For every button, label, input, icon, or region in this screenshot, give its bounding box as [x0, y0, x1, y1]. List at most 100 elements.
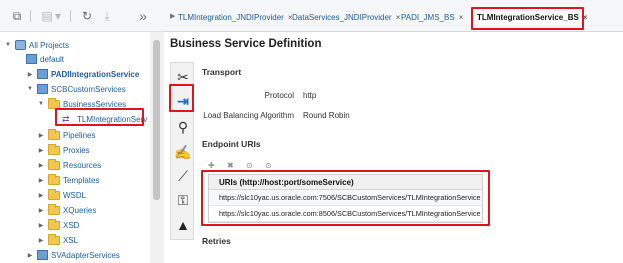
tree-item-all-projects[interactable]: ▼ All Projects	[4, 38, 69, 52]
tab-tlm-service-bs[interactable]: TLMIntegrationService_BS ×	[474, 11, 591, 25]
expand-icon[interactable]: ▶	[37, 162, 45, 169]
tab-label: TLMIntegrationService_BS	[477, 13, 579, 22]
tree-item-xqueries[interactable]: ▶ XQueries	[37, 203, 96, 217]
collapse-icon[interactable]: ▼	[26, 86, 34, 92]
folder-icon	[48, 158, 60, 170]
transport-plug-icon[interactable]: ⇥	[171, 89, 195, 113]
tab-dataservices-jndi[interactable]: DataServices_JNDIProvider ×	[292, 11, 400, 25]
tree-item-resources[interactable]: ▶ Resources	[37, 158, 101, 172]
tree-item-svadapter[interactable]: ▶ SVAdapterServices	[26, 248, 120, 262]
expand-icon[interactable]: ▶	[26, 252, 34, 259]
tree-label: Templates	[63, 175, 100, 185]
tree-scrollbar-thumb[interactable]	[153, 40, 160, 200]
tree-item-default[interactable]: default	[26, 52, 64, 66]
folder-icon	[48, 173, 60, 185]
page-title: Business Service Definition	[170, 38, 322, 50]
close-icon[interactable]: ×	[396, 13, 401, 22]
tree-label: SCBCustomServices	[51, 84, 126, 94]
expand-icon[interactable]: ▶	[37, 147, 45, 154]
business-service-icon: ⇄	[62, 114, 70, 124]
close-icon[interactable]: ×	[459, 13, 464, 22]
tree-label: WSDL	[63, 190, 87, 200]
expand-icon[interactable]: ▶	[37, 192, 45, 199]
move-down-icon[interactable]: ⊙	[246, 161, 253, 170]
expand-icon[interactable]: ▶	[37, 207, 45, 214]
tab-tlm-jndi[interactable]: TLMIntegration_JNDIProvider ×	[178, 11, 293, 25]
tree-label: Proxies	[63, 145, 90, 155]
tools-icon[interactable]: ✂	[171, 65, 195, 89]
expand-icon[interactable]: ▶	[37, 132, 45, 139]
toolbar-separator	[30, 10, 31, 22]
collapse-icon[interactable]: ▼	[4, 42, 12, 48]
tab-label: TLMIntegration_JNDIProvider	[178, 13, 284, 22]
tab-scroll-left-icon[interactable]: ▶	[170, 12, 176, 20]
tree-label: SVAdapterServices	[51, 250, 120, 260]
move-up-icon[interactable]: ⊙	[265, 161, 272, 170]
expand-icon[interactable]: ▶	[26, 71, 34, 78]
close-icon[interactable]: ×	[583, 13, 588, 22]
folder-icon	[48, 203, 60, 215]
chart-icon[interactable]: ⟋	[171, 164, 195, 188]
tab-padi-jms[interactable]: PADI_JMS_BS ×	[401, 11, 463, 25]
project-tree: ▼ All Projects default ▶ PADIIntegration…	[0, 32, 150, 263]
tree-item-scb[interactable]: ▼ SCBCustomServices	[26, 82, 126, 96]
export-icon[interactable]: ⤓	[100, 9, 114, 23]
tree-label: XSD	[63, 220, 80, 230]
dropdown-icon[interactable]: ▾	[54, 9, 62, 23]
tree-item-proxies[interactable]: ▶ Proxies	[37, 143, 90, 157]
tab-label: DataServices_JNDIProvider	[292, 13, 392, 22]
projects-icon	[15, 40, 26, 50]
folder-icon	[48, 218, 60, 230]
folder-icon	[48, 143, 60, 155]
endpoint-uri-table: URIs (http://host:port/someService) http…	[208, 174, 483, 223]
search-person-icon[interactable]: ⚲	[171, 115, 195, 139]
load-balancing-label: Load Balancing Algorithm	[203, 111, 294, 120]
handshake-icon[interactable]: ✍	[171, 140, 195, 164]
create-icon[interactable]: ▤	[40, 9, 54, 23]
tree-item-business-services[interactable]: ▼ BusinessServices	[37, 97, 126, 111]
folder-icon	[48, 128, 60, 140]
tree-item-tlm-service[interactable]: ⇄ TLMIntegrationServ	[62, 112, 147, 126]
tree-item-pipelines[interactable]: ▶ Pipelines	[37, 128, 95, 142]
tree-label: XSL	[63, 235, 79, 245]
definition-side-toolbar: ✂ ⇥ ⚲ ✍ ⟋ ⚿ ▲	[170, 62, 194, 240]
security-lock-icon[interactable]: ⚿	[171, 188, 195, 212]
tree-label: XQueries	[63, 205, 97, 215]
uri-column-header: URIs (http://host:port/someService)	[209, 175, 482, 190]
tree-item-padi[interactable]: ▶ PADIIntegrationService	[26, 67, 139, 81]
tree-item-xsl[interactable]: ▶ XSL	[37, 233, 78, 247]
tree-label: PADIIntegrationService	[51, 69, 140, 79]
expand-icon[interactable]: ▶	[37, 237, 45, 244]
add-icon[interactable]: ✚	[208, 161, 215, 170]
tree-label: default	[40, 54, 65, 64]
tree-label: Pipelines	[63, 130, 96, 140]
protocol-label: Protocol	[264, 91, 294, 100]
retries-section-title: Retries	[202, 236, 231, 246]
tree-item-xsd[interactable]: ▶ XSD	[37, 218, 79, 232]
project-icon	[37, 69, 48, 79]
table-row[interactable]: https://slc10yac.us.oracle.com:7506/SCBC…	[209, 190, 482, 206]
expand-icon[interactable]: ▶	[37, 222, 45, 229]
collapse-panel-icon[interactable]: »	[136, 9, 150, 23]
table-row[interactable]: https://slc10yac.us.oracle.com:8506/SCBC…	[209, 206, 482, 222]
tree-item-wsdl[interactable]: ▶ WSDL	[37, 188, 86, 202]
refresh-icon[interactable]: ↻	[80, 9, 94, 23]
protocol-value: http	[303, 91, 317, 100]
collapse-icon[interactable]: ▼	[37, 101, 45, 107]
warning-icon[interactable]: ▲	[171, 213, 195, 237]
navigator-toolbar: ⧉ ▤ ▾ ↻ ⤓ »	[0, 0, 164, 32]
editor-tab-bar: ▶ TLMIntegration_JNDIProvider × DataServi…	[164, 0, 623, 32]
delete-icon[interactable]: ✖	[227, 161, 234, 170]
load-balancing-value: Round Robin	[303, 111, 350, 120]
tree-label: All Projects	[29, 40, 70, 50]
new-project-icon[interactable]: ⧉	[10, 9, 24, 23]
expand-icon[interactable]: ▶	[37, 177, 45, 184]
tree-label: Resources	[63, 160, 102, 170]
toolbar-separator	[70, 10, 71, 22]
folder-icon	[48, 97, 60, 109]
folder-icon	[48, 233, 60, 245]
project-icon	[37, 84, 48, 94]
project-icon	[26, 54, 37, 64]
tree-item-templates[interactable]: ▶ Templates	[37, 173, 99, 187]
tab-label: PADI_JMS_BS	[401, 13, 455, 22]
